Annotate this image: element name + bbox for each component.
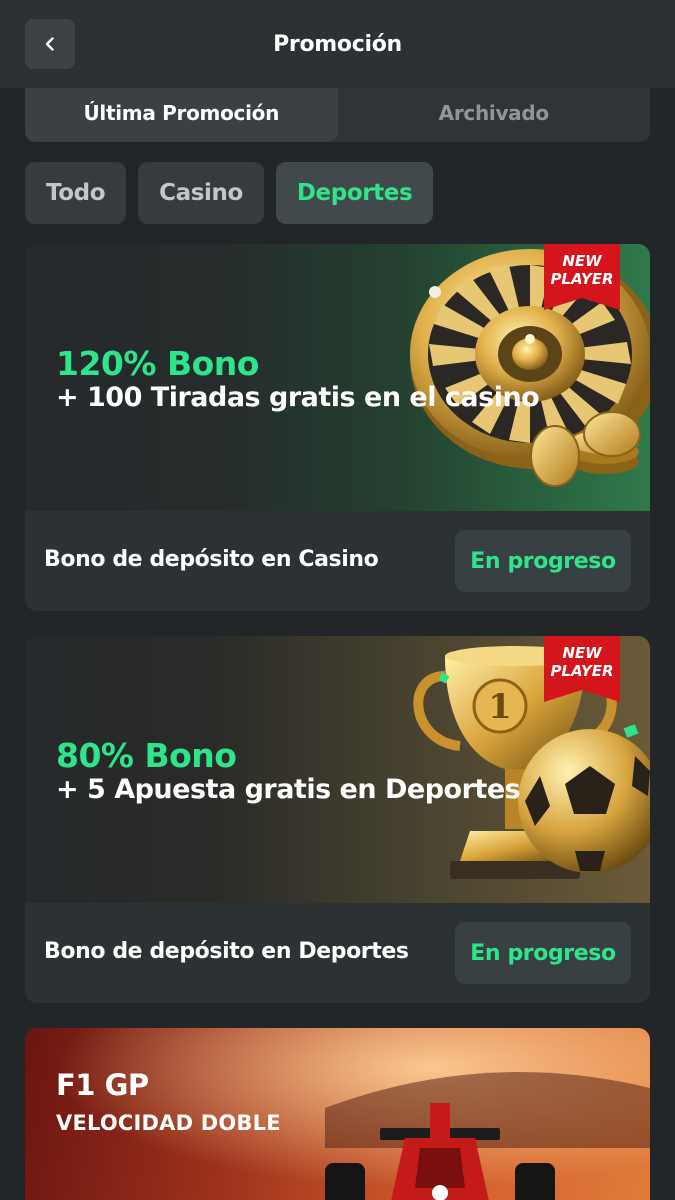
- new-player-badge: NEW PLAYER: [544, 636, 620, 702]
- promo-tabs: Última Promoción Archivado: [25, 84, 650, 142]
- in-progress-button[interactable]: En progreso: [455, 922, 631, 984]
- svg-text:1: 1: [488, 687, 512, 727]
- tab-latest-promotion[interactable]: Última Promoción: [25, 84, 338, 142]
- promo-label: Bono de depósito en Deportes: [44, 939, 409, 964]
- new-player-badge: NEW PLAYER: [544, 244, 620, 310]
- promo-footer: Bono de depósito en Casino En progreso: [25, 511, 650, 611]
- back-button[interactable]: [25, 19, 75, 69]
- svg-text:PLAYER: PLAYER: [550, 662, 613, 680]
- promo-card-casino[interactable]: NEW PLAYER 120% Bono + 100 Tiradas grati…: [25, 244, 650, 611]
- top-bar: Promoción: [0, 0, 675, 88]
- promo-banner[interactable]: 1 NEW PLAYER 80% Bono + 5 Apuesta gratis…: [25, 636, 650, 903]
- bonus-percentage: 80% Bono: [56, 736, 237, 775]
- bonus-description: + 100 Tiradas gratis en el casino: [56, 382, 540, 413]
- category-filters: Todo Casino Deportes: [25, 162, 434, 224]
- in-progress-button[interactable]: En progreso: [455, 530, 631, 592]
- svg-text:NEW: NEW: [562, 644, 603, 662]
- svg-text:NEW: NEW: [562, 252, 603, 270]
- promo-label: Bono de depósito en Casino: [44, 547, 379, 572]
- filter-sports[interactable]: Deportes: [275, 162, 434, 224]
- chevron-left-icon: [45, 37, 54, 51]
- promo-card-sports[interactable]: 1 NEW PLAYER 80% Bono + 5 Apuesta gratis…: [25, 636, 650, 1003]
- promo-subtitle: VELOCIDAD DOBLE: [56, 1111, 281, 1135]
- filter-all[interactable]: Todo: [25, 162, 127, 224]
- promo-footer: Bono de depósito en Deportes En progreso: [25, 903, 650, 1003]
- svg-text:PLAYER: PLAYER: [550, 270, 613, 288]
- tab-archived[interactable]: Archivado: [338, 84, 651, 142]
- page-title: Promoción: [273, 31, 402, 57]
- promo-card-f1[interactable]: F1 GP VELOCIDAD DOBLE: [25, 1028, 650, 1200]
- bonus-description: + 5 Apuesta gratis en Deportes: [56, 774, 521, 805]
- bonus-percentage: 120% Bono: [56, 344, 259, 383]
- filter-casino[interactable]: Casino: [138, 162, 264, 224]
- promo-title: F1 GP: [56, 1068, 149, 1102]
- promo-banner[interactable]: NEW PLAYER 120% Bono + 100 Tiradas grati…: [25, 244, 650, 511]
